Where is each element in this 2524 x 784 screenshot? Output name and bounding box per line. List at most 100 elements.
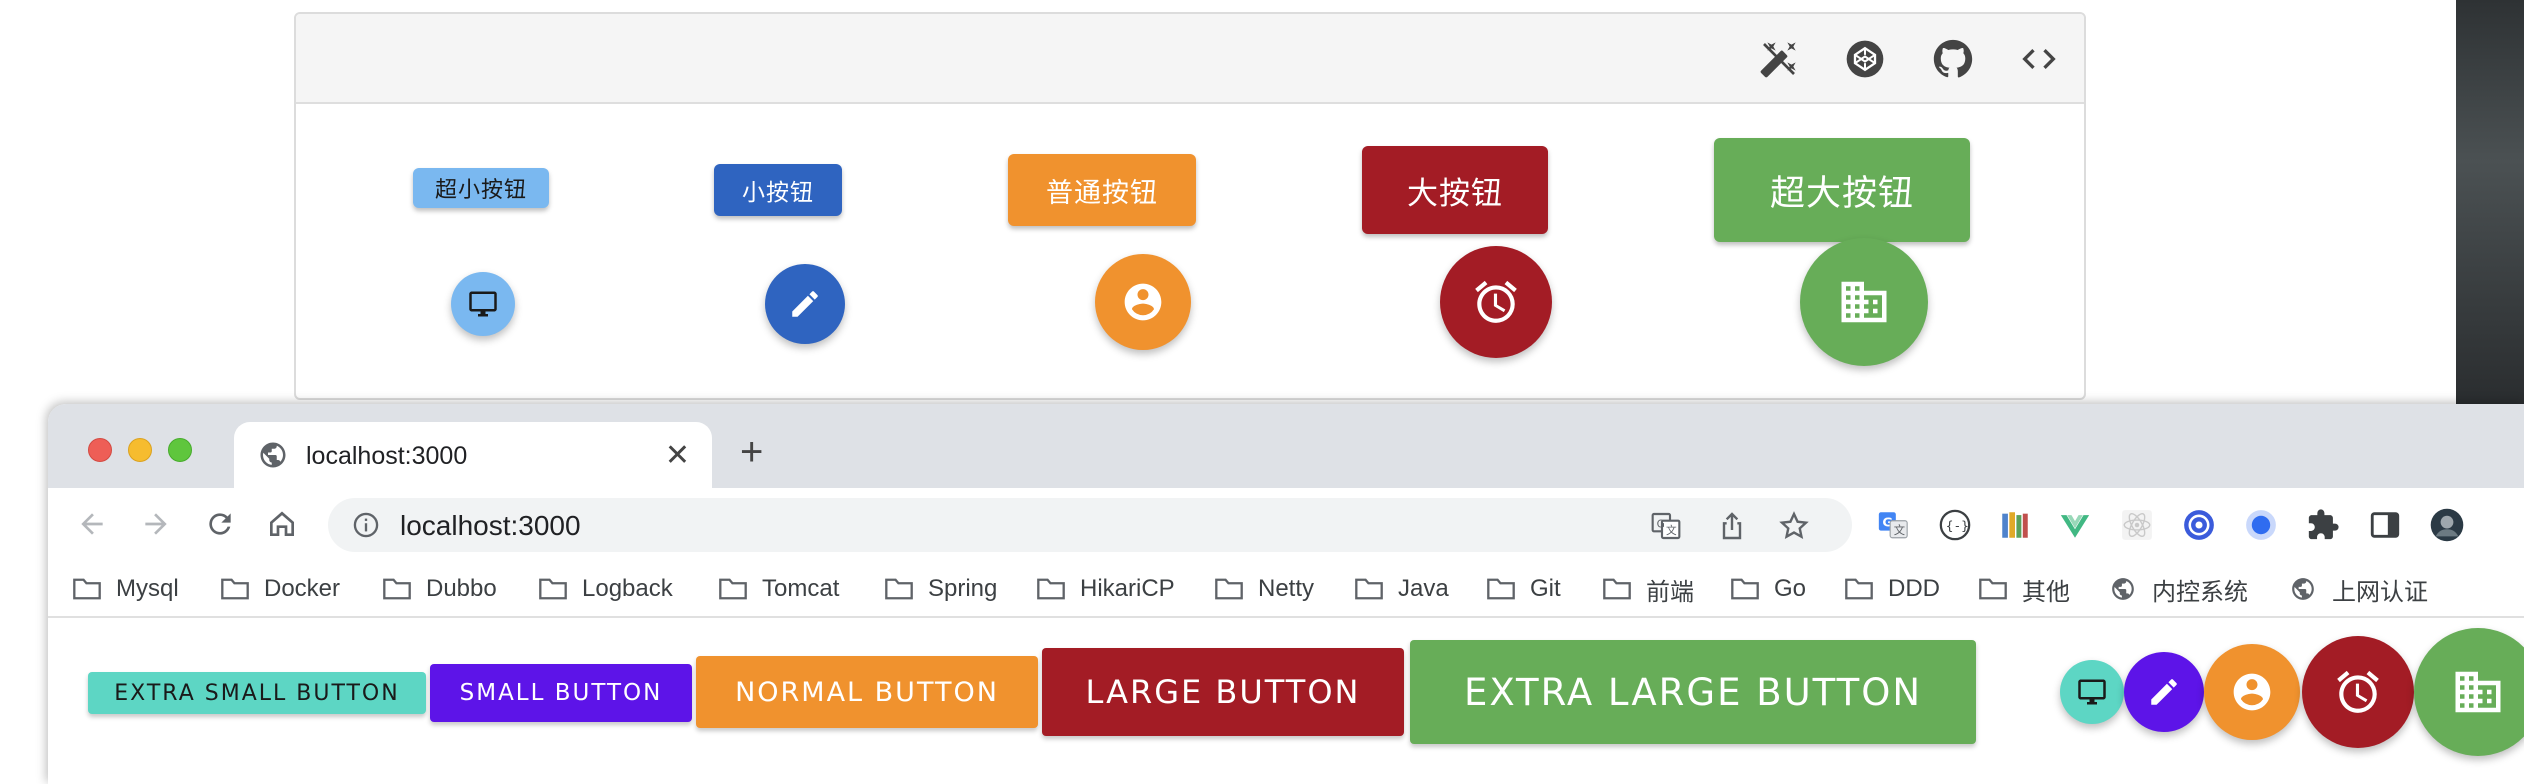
folder-icon [1355,578,1383,600]
react-devtools-extension-icon[interactable] [2120,508,2154,542]
bookmark-label: Mysql [116,575,179,602]
bookmark-label: Java [1398,575,1449,602]
extra-large-button[interactable]: EXTRA LARGE BUTTON [1410,640,1976,744]
bookmark-git[interactable]: Git [1486,574,1561,604]
folder-icon [1731,578,1759,600]
profile-avatar-icon[interactable] [2430,508,2464,542]
alarm-fab[interactable] [1440,246,1552,358]
tab-close-icon[interactable]: ✕ [665,438,690,473]
edit-fab[interactable] [765,264,845,344]
bookmark-internal-control[interactable]: 内控系统 [2108,574,2248,606]
translate-icon[interactable]: G文 [1650,510,1682,542]
bookmark-go[interactable]: Go [1730,574,1806,604]
page-content: EXTRA SMALL BUTTON SMALL BUTTON NORMAL B… [48,618,2524,784]
normal-button[interactable]: NORMAL BUTTON [696,656,1038,728]
bookmark-mysql[interactable]: Mysql [72,574,179,604]
folder-icon [719,578,747,600]
business-building-icon [1841,281,1887,323]
bookmark-docker[interactable]: Docker [220,574,340,604]
desktop-fab[interactable] [451,272,515,336]
bookmarks-bar: Mysql Docker Dubbo Logback Tomcat Spring… [48,560,2524,618]
bookmark-label: Logback [582,575,673,602]
normal-button[interactable]: 普通按钮 [1008,154,1196,226]
extra-small-button[interactable]: EXTRA SMALL BUTTON [88,672,426,714]
business-fab[interactable] [2414,628,2524,756]
bookmark-ddd[interactable]: DDD [1844,574,1940,604]
codepen-icon[interactable] [1842,36,1888,82]
account-circle-icon [1124,283,1162,321]
business-fab[interactable] [1800,238,1928,366]
back-icon[interactable] [74,506,110,542]
new-tab-button[interactable]: + [740,432,763,472]
globe-icon [2292,578,2314,600]
extra-large-button[interactable]: 超大按钮 [1714,138,1970,242]
site-info-icon[interactable] [352,511,380,539]
alarm-clock-icon [1475,280,1517,323]
globe-icon [260,442,286,468]
bookmark-frontend[interactable]: 前端 [1602,574,1694,606]
bookmark-hikaricp[interactable]: HikariCP [1036,574,1175,604]
folder-icon [1215,578,1243,600]
address-bar[interactable]: localhost:3000 G文 [328,498,1852,552]
at-sign-extension-icon[interactable] [2182,508,2216,542]
home-icon[interactable] [264,506,300,542]
url-text[interactable]: localhost:3000 [400,510,581,542]
minimize-window-button[interactable] [128,438,152,462]
vue-devtools-extension-icon[interactable] [2058,508,2092,542]
desktop-fab[interactable] [2060,660,2124,724]
edit-fab[interactable] [2124,652,2204,732]
svg-text:{-}: {-} [1946,519,1969,534]
bookmark-logback[interactable]: Logback [538,574,673,604]
maximize-window-button[interactable] [168,438,192,462]
reload-icon[interactable] [202,506,238,542]
extra-small-button[interactable]: 超小按钮 [413,168,549,208]
business-building-icon [2455,671,2501,713]
bookmark-label: 上网认证 [2332,578,2428,606]
theme-toggle-icon[interactable] [1756,36,1802,82]
account-fab[interactable] [1095,254,1191,350]
folder-icon [1979,578,2007,600]
code-icon[interactable] [2016,36,2062,82]
bookmark-other[interactable]: 其他 [1978,574,2070,606]
bookmark-dubbo[interactable]: Dubbo [382,574,497,604]
large-button[interactable]: 大按钮 [1362,146,1548,234]
blue-circle-extension-icon[interactable] [2244,508,2278,542]
github-icon[interactable] [1930,36,1976,82]
small-button[interactable]: SMALL BUTTON [430,664,692,722]
browser-tab[interactable]: localhost:3000 ✕ [234,422,712,490]
folder-icon [73,578,101,600]
bookmark-network-auth[interactable]: 上网认证 [2288,574,2428,606]
small-button[interactable]: 小按钮 [714,164,842,216]
library-extension-icon[interactable] [1998,508,2032,542]
side-panel-icon[interactable] [2368,508,2402,542]
large-button[interactable]: LARGE BUTTON [1042,648,1404,736]
extensions-puzzle-icon[interactable] [2306,508,2340,542]
desktop-icon [469,291,497,317]
folder-icon [1603,578,1631,600]
background-photo-edge [2456,0,2524,404]
bookmark-star-icon[interactable] [1778,510,1810,542]
bookmark-label: Go [1774,575,1807,602]
bookmark-label: 内控系统 [2152,578,2248,606]
demo-toolbar [296,14,2084,104]
folder-icon [539,578,567,600]
bookmark-netty[interactable]: Netty [1214,574,1314,604]
folder-icon [885,578,913,600]
bookmark-java[interactable]: Java [1354,574,1449,604]
google-translate-extension-icon[interactable]: G文 [1876,508,1910,542]
folder-icon [1037,578,1065,600]
bookmark-label: Dubbo [426,575,497,602]
bookmark-tomcat[interactable]: Tomcat [718,574,839,604]
close-window-button[interactable] [88,438,112,462]
bookmark-label: HikariCP [1080,575,1175,602]
forward-icon[interactable] [138,506,174,542]
account-fab[interactable] [2204,644,2300,740]
share-icon[interactable] [1716,510,1748,542]
bookmark-label: 其他 [2022,578,2070,606]
alarm-fab[interactable] [2302,636,2414,748]
json-viewer-extension-icon[interactable]: {-} [1938,508,1972,542]
bookmark-label: Netty [1258,575,1315,602]
bookmark-spring[interactable]: Spring [884,574,997,604]
bookmark-label: DDD [1888,575,1940,602]
folder-icon [383,578,411,600]
